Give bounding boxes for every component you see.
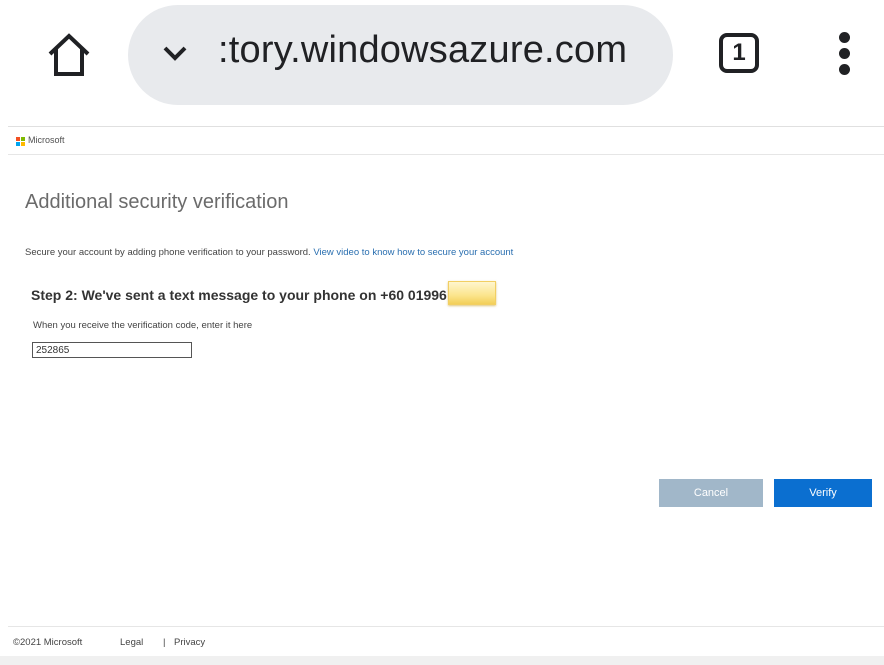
chevron-down-icon[interactable] [162,45,188,63]
step-heading-text: Step 2: We've sent a text message to you… [31,287,447,303]
tab-switcher-button[interactable]: 1 [719,33,759,73]
microsoft-logo [16,137,25,146]
footer-privacy-link[interactable]: Privacy [174,637,205,648]
footer-copyright: ©2021 Microsoft [13,637,83,648]
microsoft-brand: Microsoft [28,135,65,145]
footer-legal-link[interactable]: Legal [120,637,143,648]
cancel-button[interactable]: Cancel [659,479,763,507]
bottom-strip [0,656,884,665]
verify-button[interactable]: Verify [774,479,872,507]
page-title: Additional security verification [25,191,289,213]
code-label: When you receive the verification code, … [33,320,253,331]
browser-toolbar: :tory.windowsazure.com 1 [0,0,884,118]
footer: ©2021 Microsoft Legal | Privacy [8,626,884,657]
verification-code-input[interactable] [32,342,192,358]
intro-text: Secure your account by adding phone veri… [25,247,513,258]
address-bar[interactable]: :tory.windowsazure.com [128,5,673,105]
home-icon[interactable] [44,30,94,80]
redaction-highlight [447,281,496,306]
intro-text-body: Secure your account by adding phone veri… [25,247,311,258]
more-vert-icon[interactable] [836,32,852,80]
url-text[interactable]: :tory.windowsazure.com [218,29,627,72]
microsoft-header: Microsoft [8,126,884,155]
footer-separator: | [163,637,166,648]
secure-account-video-link[interactable]: View video to know how to secure your ac… [313,247,513,258]
step-heading: Step 2: We've sent a text message to you… [31,281,496,306]
